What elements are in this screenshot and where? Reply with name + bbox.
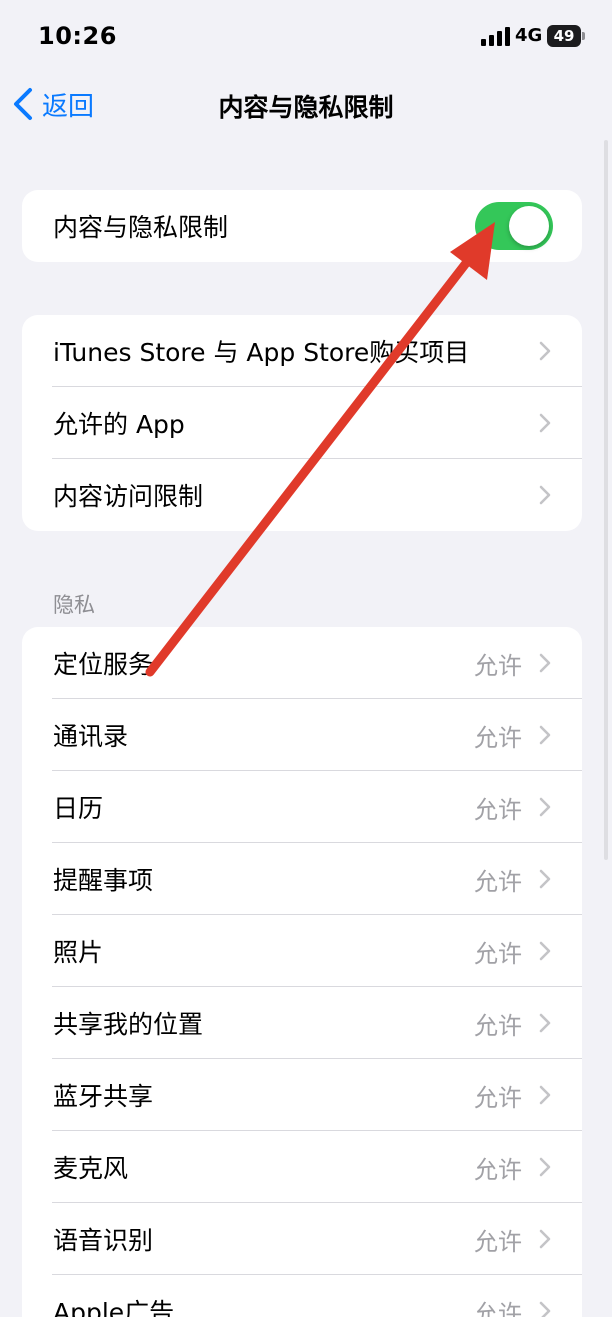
chevron-right-icon: [539, 1013, 551, 1033]
cellular-signal-icon: [481, 27, 510, 46]
privacy-row-speech-recognition[interactable]: 语音识别 允许: [22, 1203, 582, 1275]
privacy-row-location[interactable]: 定位服务 允许: [22, 627, 582, 699]
screen: 10:26 4G 49 返回 内容与隐私限制 内容与隐私限制 iTunes St…: [0, 0, 612, 1317]
restriction-label: iTunes Store 与 App Store购买项目: [53, 338, 470, 367]
privacy-row-bluetooth[interactable]: 蓝牙共享 允许: [22, 1059, 582, 1131]
privacy-item-label: 共享我的位置: [53, 1010, 204, 1039]
privacy-item-label: 蓝牙共享: [53, 1082, 154, 1111]
privacy-item-label: 通讯录: [53, 722, 129, 751]
battery-level: 49: [553, 27, 575, 45]
privacy-item-value: 允许: [474, 1011, 522, 1040]
restriction-label: 允许的 App: [53, 410, 185, 439]
chevron-right-icon: [539, 869, 551, 889]
navigation-bar: 返回 内容与隐私限制: [0, 74, 612, 134]
privacy-item-label: 日历: [53, 794, 104, 823]
chevron-right-icon: [539, 1085, 551, 1105]
master-toggle-label: 内容与隐私限制: [53, 213, 229, 242]
restriction-row[interactable]: 内容访问限制: [22, 459, 582, 531]
privacy-item-value: 允许: [474, 939, 522, 968]
chevron-right-icon: [539, 653, 551, 673]
privacy-row-calendar[interactable]: 日历 允许: [22, 771, 582, 843]
status-bar: 10:26 4G 49: [0, 0, 612, 74]
chevron-right-icon: [539, 1229, 551, 1249]
chevron-right-icon: [539, 797, 551, 817]
privacy-item-value: 允许: [474, 1155, 522, 1184]
privacy-row-photos[interactable]: 照片 允许: [22, 915, 582, 987]
chevron-right-icon: [539, 1157, 551, 1177]
privacy-item-label: 定位服务: [53, 650, 154, 679]
battery-icon: 49: [547, 25, 587, 47]
privacy-item-label: 照片: [53, 938, 104, 967]
master-toggle-group: 内容与隐私限制: [22, 190, 582, 262]
page-title: 内容与隐私限制: [218, 93, 394, 122]
network-type: 4G: [515, 25, 543, 46]
privacy-item-value: 允许: [474, 1227, 522, 1256]
privacy-row-reminders[interactable]: 提醒事项 允许: [22, 843, 582, 915]
chevron-right-icon: [539, 941, 551, 961]
privacy-item-label: 提醒事项: [53, 866, 154, 895]
privacy-item-value: 允许: [474, 1299, 522, 1317]
restriction-row[interactable]: iTunes Store 与 App Store购买项目: [22, 315, 582, 387]
chevron-right-icon: [539, 485, 551, 505]
privacy-row-microphone[interactable]: 麦克风 允许: [22, 1131, 582, 1203]
toggle-knob: [509, 206, 549, 246]
restriction-row[interactable]: 允许的 App: [22, 387, 582, 459]
privacy-group: 定位服务 允许 通讯录 允许 日历 允许 提醒事项 允许 照片 允许 共享我的位…: [22, 627, 582, 1317]
chevron-right-icon: [539, 1301, 551, 1317]
master-toggle-row: 内容与隐私限制: [22, 190, 582, 262]
chevron-right-icon: [539, 413, 551, 433]
privacy-item-value: 允许: [474, 723, 522, 752]
privacy-row-apple-ads[interactable]: Apple广告 允许: [22, 1275, 582, 1317]
scroll-indicator: [604, 140, 608, 860]
privacy-item-label: 麦克风: [53, 1154, 129, 1183]
content-privacy-toggle[interactable]: [475, 202, 553, 250]
privacy-item-value: 允许: [474, 1083, 522, 1112]
privacy-item-value: 允许: [474, 867, 522, 896]
privacy-item-value: 允许: [474, 795, 522, 824]
privacy-item-label: Apple广告: [53, 1298, 175, 1317]
status-time: 10:26: [38, 22, 117, 50]
chevron-right-icon: [539, 341, 551, 361]
privacy-row-share-location[interactable]: 共享我的位置 允许: [22, 987, 582, 1059]
restrictions-group: iTunes Store 与 App Store购买项目 允许的 App 内容访…: [22, 315, 582, 531]
privacy-section-header: 隐私: [53, 593, 95, 617]
privacy-row-contacts[interactable]: 通讯录 允许: [22, 699, 582, 771]
privacy-item-label: 语音识别: [53, 1226, 154, 1255]
restriction-label: 内容访问限制: [53, 482, 204, 511]
chevron-right-icon: [539, 725, 551, 745]
privacy-item-value: 允许: [474, 651, 522, 680]
